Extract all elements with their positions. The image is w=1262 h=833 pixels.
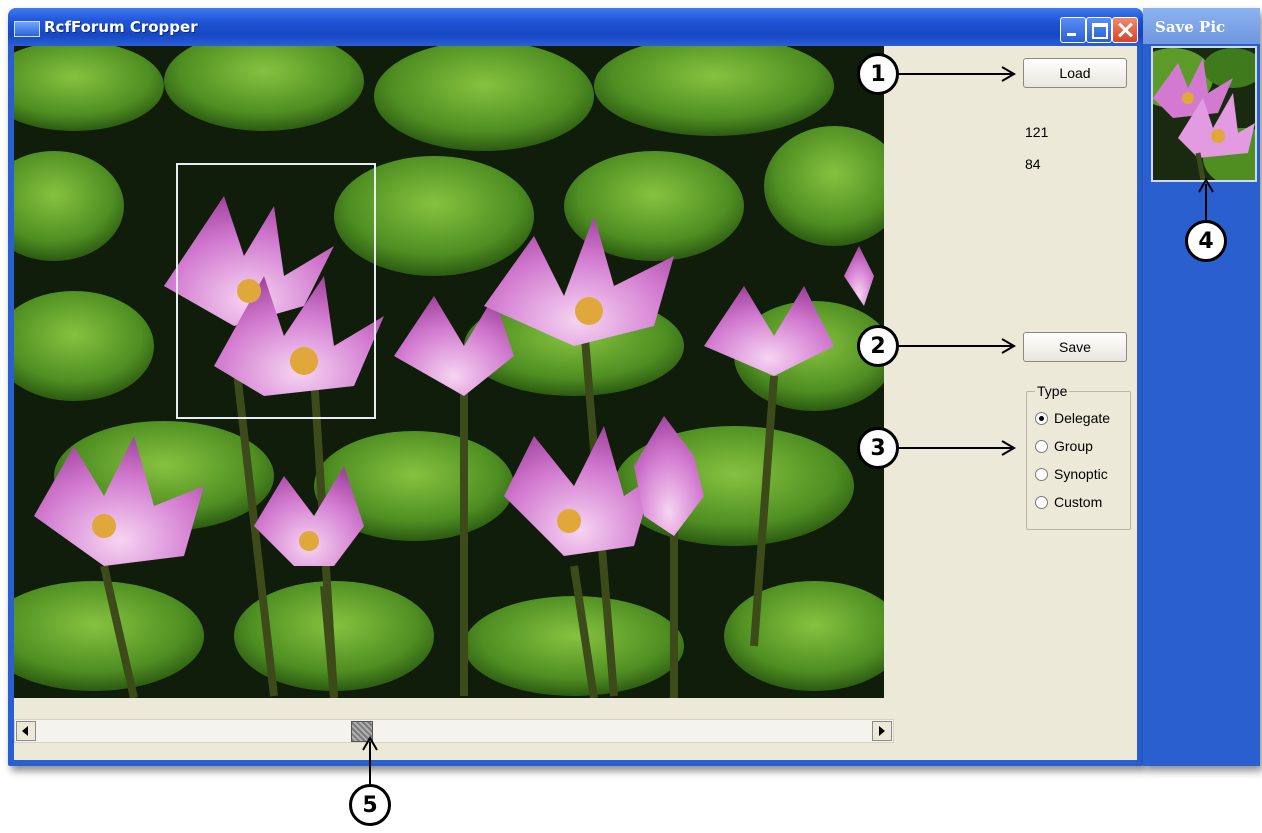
arrow-right-icon[interactable] xyxy=(872,721,892,741)
radio-group-indicator[interactable] xyxy=(1035,439,1048,453)
app-window-icon xyxy=(14,21,40,37)
arrow-left-icon[interactable] xyxy=(16,721,36,741)
type-group-label: Type xyxy=(1035,383,1070,399)
cropped-preview-thumbnail xyxy=(1151,46,1257,182)
title-bar: RcfForum Cropper xyxy=(8,8,1143,46)
callout-3: 3 xyxy=(857,427,899,469)
cropper-window: RcfForum Cropper Load 121 84 Save Type D… xyxy=(8,8,1143,766)
close-icon[interactable] xyxy=(1112,17,1138,43)
radio-delegate[interactable]: Delegate xyxy=(1035,410,1110,426)
save-pic-title-bar: Save Pic xyxy=(1143,8,1260,44)
client-area: Load 121 84 Save Type Delegate Group Syn… xyxy=(14,46,1137,760)
save-button[interactable]: Save xyxy=(1023,332,1127,362)
coordinate-x-value: 121 xyxy=(1025,124,1049,140)
radio-delegate-indicator[interactable] xyxy=(1035,411,1048,425)
minimize-icon[interactable] xyxy=(1060,17,1086,43)
water-lily-photo xyxy=(14,46,884,698)
cropped-preview-image xyxy=(1153,48,1255,180)
maximize-icon[interactable] xyxy=(1086,17,1112,43)
radio-custom[interactable]: Custom xyxy=(1035,494,1102,510)
save-pic-window: Save Pic xyxy=(1143,8,1260,766)
save-pic-title: Save Pic xyxy=(1155,18,1226,36)
radio-synoptic-indicator[interactable] xyxy=(1035,467,1048,481)
radio-synoptic-label: Synoptic xyxy=(1054,466,1108,482)
callout-4: 4 xyxy=(1185,220,1227,262)
callout-5: 5 xyxy=(349,784,391,826)
window-title: RcfForum Cropper xyxy=(44,18,198,36)
scrollbar-thumb[interactable] xyxy=(351,721,373,742)
crop-selection-rectangle[interactable] xyxy=(176,163,376,419)
coordinate-y-value: 84 xyxy=(1025,156,1041,172)
callout-1: 1 xyxy=(857,53,899,95)
image-canvas[interactable] xyxy=(14,46,884,698)
radio-custom-indicator[interactable] xyxy=(1035,495,1048,509)
horizontal-scrollbar[interactable] xyxy=(14,719,894,743)
radio-custom-label: Custom xyxy=(1054,494,1103,510)
callout-2: 2 xyxy=(857,325,899,367)
load-button[interactable]: Load xyxy=(1023,58,1127,88)
radio-group[interactable]: Group xyxy=(1035,438,1093,454)
radio-synoptic[interactable]: Synoptic xyxy=(1035,466,1108,482)
radio-group-label: Group xyxy=(1054,438,1093,454)
radio-delegate-label: Delegate xyxy=(1054,410,1111,426)
type-groupbox: Type Delegate Group Synoptic Custom xyxy=(1026,383,1131,530)
